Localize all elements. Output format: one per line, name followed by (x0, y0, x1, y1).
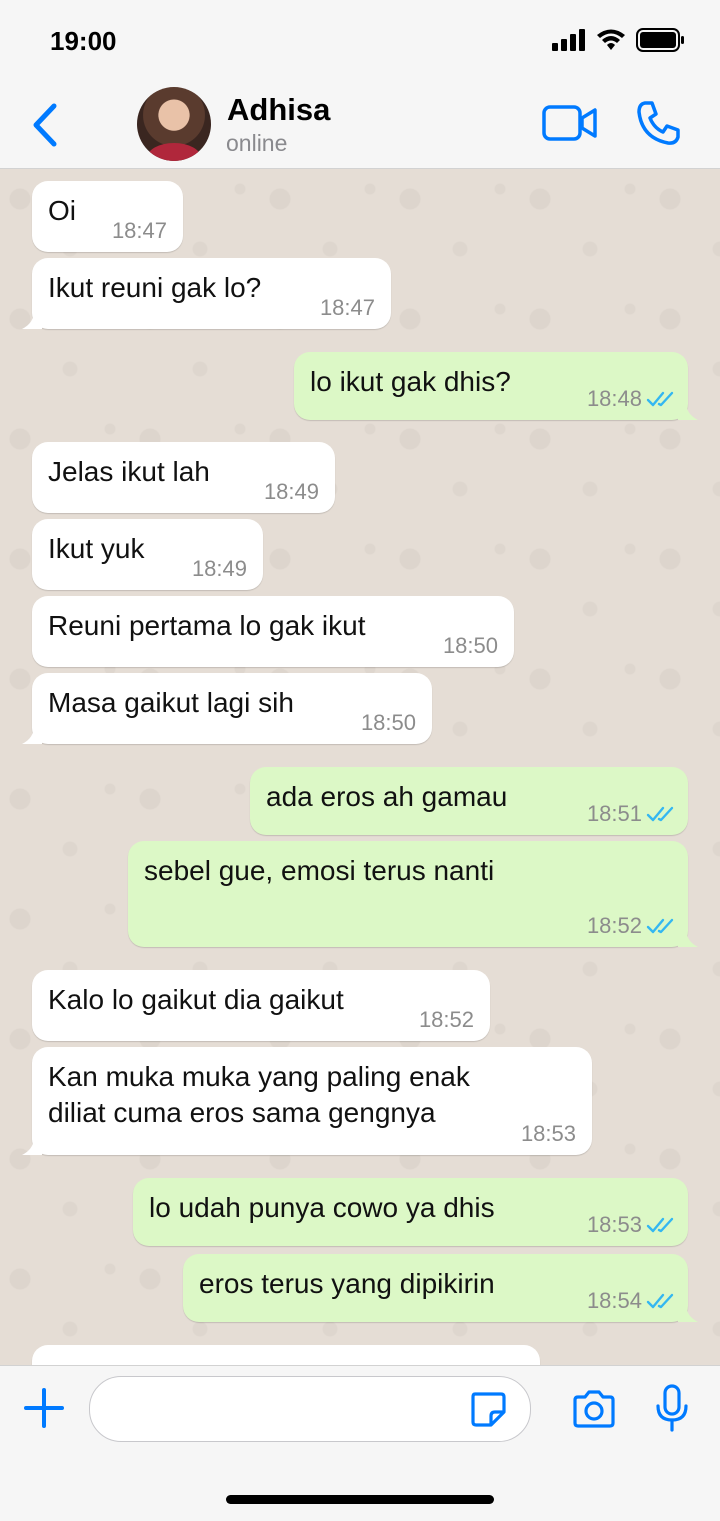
message-text: Jelas ikut lah (48, 456, 210, 487)
message-time: 18:49 (191, 556, 247, 581)
signal-icon (552, 29, 585, 51)
message-text: Masa gaikut lagi sih (48, 687, 294, 718)
bubble-tail (22, 726, 42, 744)
message-incoming-partial[interactable] (32, 1345, 540, 1365)
bubble-tail (22, 311, 42, 329)
message-outgoing[interactable]: lo udah punya cowo ya dhis 18:53 (133, 1178, 688, 1246)
message-time: 18:48 (586, 386, 642, 411)
message-input[interactable] (89, 1376, 531, 1442)
phone-icon[interactable] (636, 100, 680, 146)
message-list[interactable]: Oi 18:47 Ikut reuni gak lo? 18:47 lo iku… (0, 169, 720, 1365)
message-time: 18:50 (360, 710, 416, 735)
home-indicator (226, 1495, 494, 1504)
composer-bar (0, 1365, 720, 1521)
message-text: sebel gue, emosi terus nanti (144, 855, 495, 886)
message-outgoing[interactable]: lo ikut gak dhis? 18:48 (294, 352, 698, 420)
message-incoming[interactable]: Reuni pertama lo gak ikut 18:50 (32, 596, 514, 667)
message-time: 18:51 (586, 801, 642, 826)
double-check-icon (646, 1217, 674, 1233)
message-text: lo udah punya cowo ya dhis (149, 1192, 495, 1223)
message-time: 18:52 (586, 913, 642, 938)
message-text: lo ikut gak dhis? (310, 366, 511, 397)
presence-status: online (226, 130, 288, 156)
message-text: Ikut reuni gak lo? (48, 272, 262, 303)
contact-name[interactable]: Adhisa (227, 92, 330, 128)
message-time: 18:47 (111, 218, 167, 243)
message-text: Kalo lo gaikut dia gaikut (48, 984, 344, 1015)
double-check-icon (646, 391, 674, 407)
message-incoming[interactable]: Ikut yuk 18:49 (32, 519, 263, 590)
double-check-icon (646, 1293, 674, 1309)
message-time: 18:52 (418, 1007, 474, 1032)
message-text: Oi (48, 195, 76, 226)
camera-icon[interactable] (571, 1390, 617, 1428)
video-camera-icon[interactable] (542, 104, 598, 142)
message-time: 18:53 (586, 1212, 642, 1237)
wifi-icon (597, 29, 625, 50)
message-text: Kan muka muka yang paling enak diliat cu… (48, 1061, 470, 1128)
bubble-tail (22, 1137, 42, 1155)
message-text: ada eros ah gamau (266, 781, 508, 812)
avatar[interactable] (137, 87, 211, 161)
message-outgoing[interactable]: ada eros ah gamau 18:51 (250, 767, 688, 835)
status-time: 19:00 (50, 26, 117, 56)
status-bar: 19:00 (0, 0, 720, 80)
message-text: eros terus yang dipikirin (199, 1268, 495, 1299)
bubble-tail (678, 1304, 698, 1322)
chevron-left-icon[interactable] (28, 100, 64, 150)
plus-icon[interactable] (22, 1386, 66, 1430)
message-incoming[interactable]: Ikut reuni gak lo? 18:47 (22, 258, 391, 329)
message-incoming[interactable]: Kalo lo gaikut dia gaikut 18:52 (32, 970, 490, 1041)
message-outgoing[interactable]: sebel gue, emosi terus nanti 18:52 (128, 841, 698, 947)
battery-icon (636, 28, 684, 52)
message-outgoing[interactable]: eros terus yang dipikirin 18:54 (183, 1254, 698, 1322)
message-incoming[interactable]: Kan muka muka yang paling enak diliat cu… (22, 1047, 592, 1155)
double-check-icon (646, 918, 674, 934)
message-time: 18:47 (319, 295, 375, 320)
message-incoming[interactable]: Oi 18:47 (32, 181, 183, 252)
message-incoming[interactable]: Jelas ikut lah 18:49 (32, 442, 335, 513)
bubble-tail (678, 402, 698, 420)
message-text: Ikut yuk (48, 533, 145, 564)
double-check-icon (646, 806, 674, 822)
status-icons (552, 28, 686, 52)
message-incoming[interactable]: Masa gaikut lagi sih 18:50 (22, 673, 432, 744)
message-time: 18:49 (263, 479, 319, 504)
bubble-tail (678, 929, 698, 947)
message-time: 18:50 (442, 633, 498, 658)
message-time: 18:53 (520, 1121, 576, 1146)
message-time: 18:54 (586, 1288, 642, 1313)
chat-header: Adhisa online (0, 80, 720, 169)
message-text: Reuni pertama lo gak ikut (48, 610, 366, 641)
microphone-icon[interactable] (655, 1384, 689, 1432)
sticker-icon[interactable] (469, 1390, 507, 1428)
